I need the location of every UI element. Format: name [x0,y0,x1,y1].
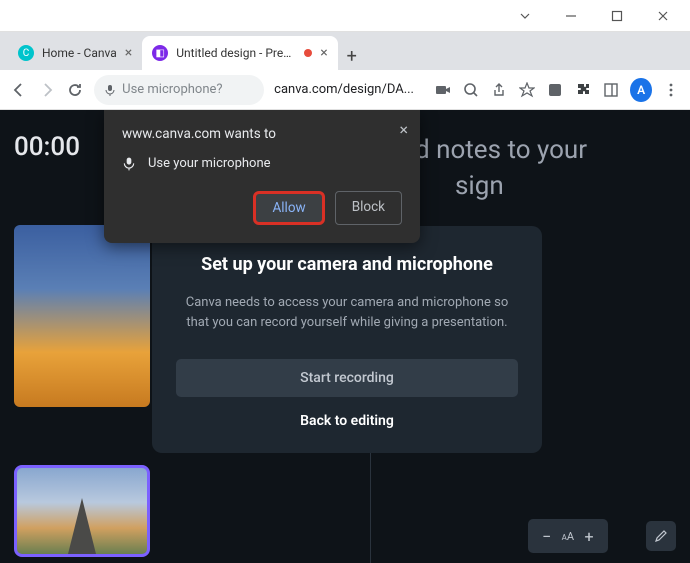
bottom-toolbar: − AAAA + [528,519,676,553]
tab-design[interactable]: ◧ Untitled design - Presen × [142,36,337,70]
canva-design-favicon-icon: ◧ [152,45,168,61]
window-titlebar [0,0,690,32]
window-chevron-icon[interactable] [502,0,548,32]
microphone-icon [104,84,116,96]
new-tab-button[interactable]: + [338,42,366,70]
back-button[interactable] [10,80,28,100]
permission-mic-label: Use your microphone [148,156,271,171]
window-minimize-icon[interactable] [548,0,594,32]
tab-close-icon[interactable]: × [320,45,327,61]
window-close-icon[interactable] [640,0,686,32]
browser-toolbar: Use microphone? canva.com/design/DA... A [0,70,690,110]
text-larger-button[interactable]: + [576,523,602,549]
eiffel-tower-icon [68,498,96,554]
tab-title: Untitled design - Presen [176,46,296,60]
forward-button[interactable] [38,80,56,100]
start-recording-button[interactable]: Start recording [176,359,518,397]
menu-icon[interactable] [662,80,680,100]
recording-timer: 00:00 [14,132,80,162]
avatar-letter: A [637,83,645,97]
edit-button[interactable] [646,521,676,551]
bookmark-icon[interactable] [518,80,536,100]
text-size-group: − AAAA + [528,519,608,553]
microphone-icon [122,157,136,171]
page-content: 00:00 d notes to your sign Set up your c… [0,110,690,563]
block-button[interactable]: Block [335,191,402,225]
modal-heading: Set up your camera and microphone [176,254,518,275]
text-size-label: AAAA [562,530,574,543]
extensions-icon[interactable] [546,80,564,100]
tab-close-icon[interactable]: × [125,45,132,61]
permission-mic-row: Use your microphone [122,156,402,171]
modal-body: Canva needs to access your camera and mi… [176,293,518,333]
window-maximize-icon[interactable] [594,0,640,32]
slide-preview[interactable] [14,225,150,407]
puzzle-icon[interactable] [574,80,592,100]
bottom-divider [370,445,371,563]
recording-indicator-icon [304,49,312,57]
mic-hint-text: Use microphone? [122,82,222,97]
back-to-editing-button[interactable]: Back to editing [176,413,518,429]
url-text[interactable]: canva.com/design/DA... [274,82,414,97]
profile-avatar[interactable]: A [630,78,652,102]
permission-close-icon[interactable]: × [399,120,408,139]
permission-dialog: × www.canva.com wants to Use your microp… [104,110,420,243]
slide-thumbnail-selected[interactable] [14,465,150,557]
permission-title: www.canva.com wants to [122,126,402,142]
canva-favicon-icon: C [18,45,34,61]
tab-strip: C Home - Canva × ◧ Untitled design - Pre… [0,32,690,70]
share-icon[interactable] [490,80,508,100]
sidepanel-icon[interactable] [602,80,620,100]
zoom-icon[interactable] [462,80,480,100]
mic-permission-chip[interactable]: Use microphone? [94,75,264,105]
permission-actions: Allow Block [122,191,402,225]
setup-modal: Set up your camera and microphone Canva … [152,226,542,453]
tab-title: Home - Canva [42,46,117,60]
reload-button[interactable] [66,80,84,100]
tab-home[interactable]: C Home - Canva × [8,36,142,70]
allow-button[interactable]: Allow [253,191,324,225]
text-smaller-button[interactable]: − [534,523,560,549]
camera-icon[interactable] [434,80,452,100]
background-instruction-text: d notes to your sign [415,132,587,205]
